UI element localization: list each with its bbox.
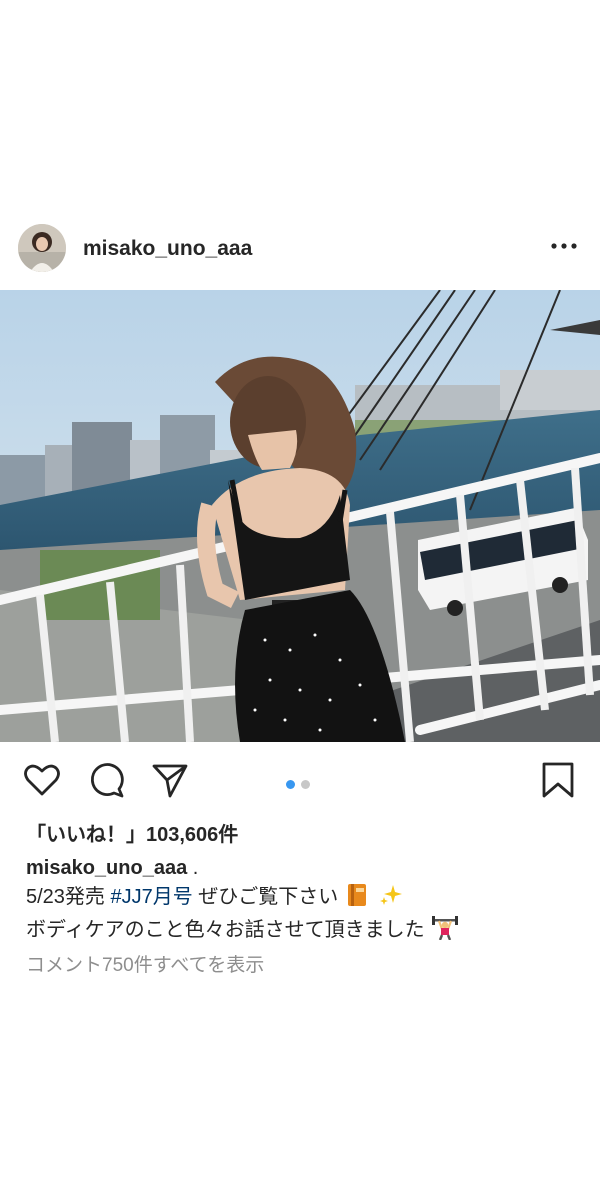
caption-text-2-suffix: ぜひご覧下さい	[192, 886, 339, 908]
heart-icon[interactable]	[22, 760, 62, 800]
caption-line-2: 5/23発売 #JJ7月号 ぜひご覧下さい	[26, 883, 586, 916]
sparkles-emoji-icon	[379, 883, 403, 916]
caption-hashtag[interactable]: #JJ7月号	[110, 886, 192, 908]
caption-text-2-prefix: 5/23発売	[26, 886, 111, 908]
carousel-indicator	[286, 776, 316, 789]
weightlifter-emoji-icon	[432, 916, 459, 949]
share-icon[interactable]	[150, 760, 190, 800]
caption-line-1: misako_uno_aaa .	[26, 854, 586, 883]
bookmark-icon[interactable]	[538, 760, 578, 800]
caption-text-1: .	[187, 857, 199, 879]
view-all-comments-link[interactable]: コメント750件すべてを表示	[26, 950, 264, 977]
carousel-dot	[301, 780, 310, 789]
comment-icon[interactable]	[86, 760, 126, 800]
caption-line-3: ボディケアのこと色々お話させて頂きました	[26, 916, 586, 949]
post-photo[interactable]	[0, 290, 600, 742]
post-header: misako_uno_aaa	[0, 216, 600, 280]
carousel-dot-active	[286, 780, 295, 789]
post-username[interactable]: misako_uno_aaa	[83, 237, 252, 261]
caption-username[interactable]: misako_uno_aaa	[26, 857, 187, 879]
post-caption: misako_uno_aaa . 5/23発売 #JJ7月号 ぜひご覧下さい ボ…	[26, 854, 586, 949]
book-emoji-icon	[346, 883, 368, 916]
likes-count[interactable]: 「いいね！」103,606件	[26, 818, 238, 847]
photo-scene	[0, 290, 600, 742]
avatar[interactable]	[18, 224, 66, 272]
more-options-icon[interactable]	[550, 236, 578, 256]
caption-text-3: ボディケアのこと色々お話させて頂きました	[26, 919, 425, 941]
action-bar	[0, 750, 600, 812]
